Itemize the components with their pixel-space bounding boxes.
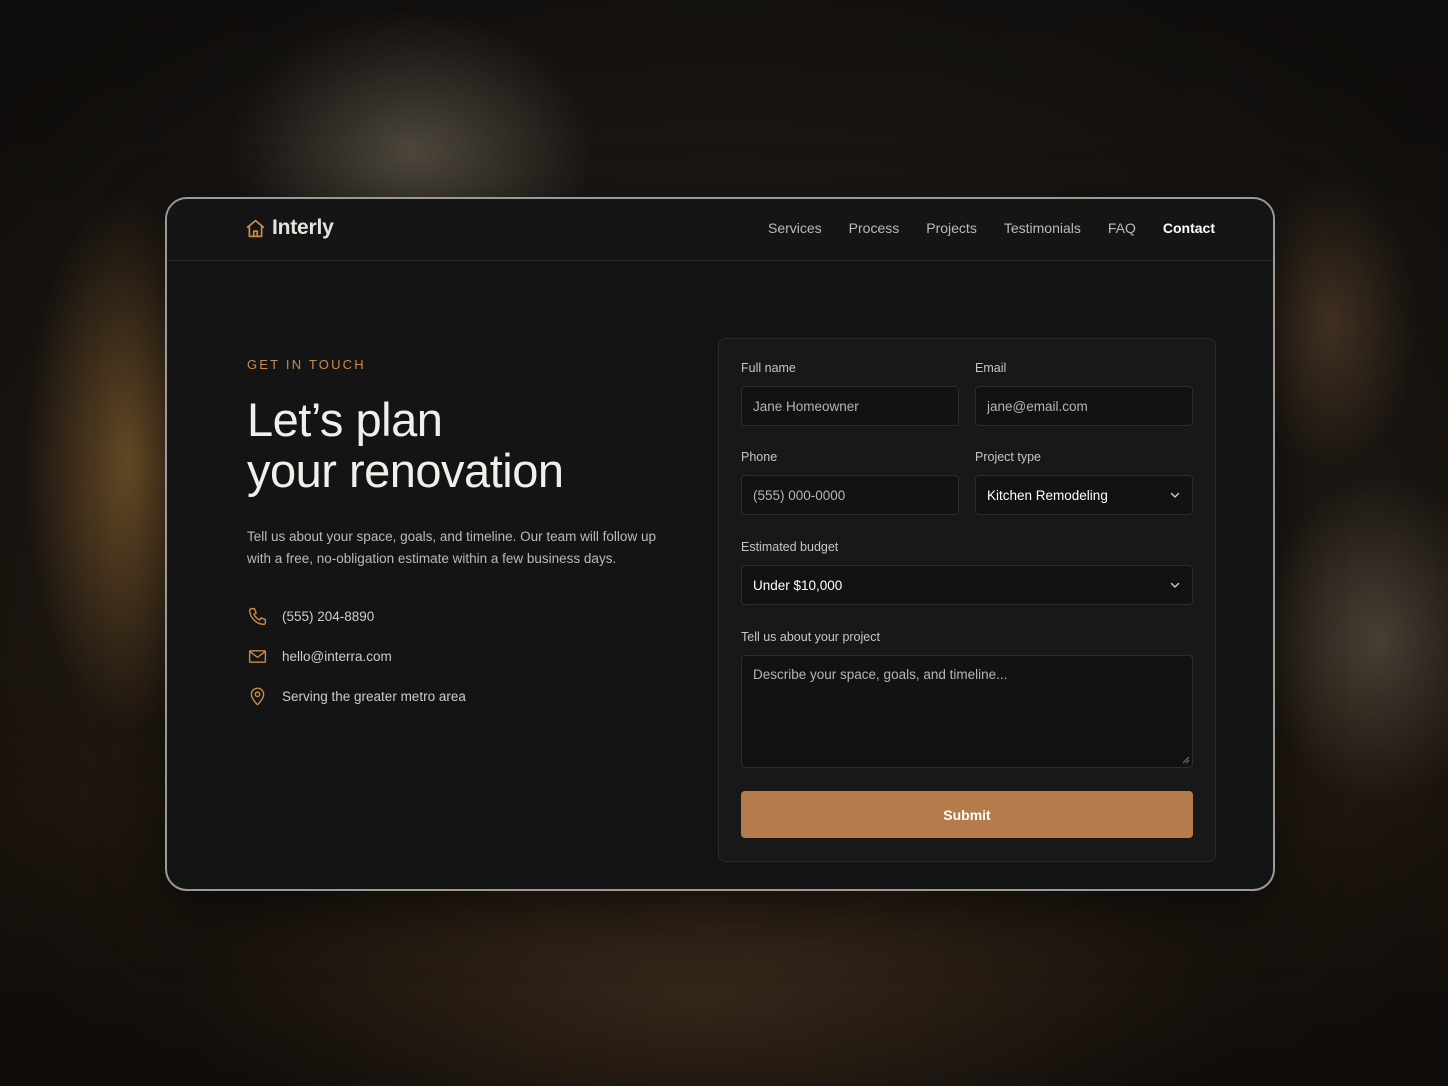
contact-email-text: hello@interra.com <box>282 648 392 664</box>
map-pin-icon <box>250 686 265 706</box>
contact-email[interactable]: hello@interra.com <box>247 636 677 676</box>
nav-link-faq[interactable]: FAQ <box>1108 220 1136 236</box>
budget-label: Estimated budget <box>741 540 839 554</box>
eyebrow-label: GET IN TOUCH <box>247 357 366 372</box>
chevron-down-icon <box>1170 492 1180 498</box>
hero-section: GET IN TOUCH Let’s plan your renovation … <box>247 357 677 716</box>
nav-links: Services Process Projects Testimonials F… <box>768 220 1215 236</box>
contact-location-text: Serving the greater metro area <box>282 688 466 704</box>
mail-icon <box>248 649 267 663</box>
headline-line-2: your renovation <box>247 444 564 497</box>
message-label: Tell us about your project <box>741 630 880 644</box>
brand-logo[interactable]: Interly <box>245 216 334 240</box>
email-label: Email <box>975 361 1007 375</box>
nav-link-services[interactable]: Services <box>768 220 822 236</box>
top-nav: Interly Services Process Projects Testim… <box>167 199 1273 261</box>
project-type-select[interactable]: Kitchen Remodeling <box>975 475 1193 515</box>
nav-link-contact[interactable]: Contact <box>1163 220 1215 236</box>
house-icon <box>245 218 266 239</box>
nav-link-process[interactable]: Process <box>849 220 900 236</box>
message-textarea[interactable] <box>741 655 1193 768</box>
email-input[interactable] <box>975 386 1193 426</box>
phone-label: Phone <box>741 450 778 464</box>
project-type-label: Project type <box>975 450 1042 464</box>
contact-phone[interactable]: (555) 204-8890 <box>247 596 677 636</box>
budget-select[interactable]: Under $10,000 <box>741 565 1193 605</box>
project-type-value: Kitchen Remodeling <box>987 487 1108 503</box>
budget-value: Under $10,000 <box>753 577 843 593</box>
contact-location: Serving the greater metro area <box>247 676 677 716</box>
chevron-down-icon <box>1170 582 1180 588</box>
submit-button[interactable]: Submit <box>741 791 1193 838</box>
nav-link-testimonials[interactable]: Testimonials <box>1004 220 1081 236</box>
contact-form: Full name Email Phone Project type Kitch… <box>718 338 1216 862</box>
resize-handle-icon[interactable] <box>1181 755 1190 764</box>
contact-list: (555) 204-8890 hello@interra.com Serving… <box>247 596 677 716</box>
phone-icon <box>248 607 267 625</box>
page-title: Let’s plan your renovation <box>247 394 677 496</box>
headline-line-1: Let’s plan <box>247 393 443 446</box>
nav-link-projects[interactable]: Projects <box>926 220 977 236</box>
phone-input[interactable] <box>741 475 959 515</box>
browser-window: Interly Services Process Projects Testim… <box>165 197 1275 891</box>
full-name-input[interactable] <box>741 386 959 426</box>
contact-phone-text: (555) 204-8890 <box>282 608 375 624</box>
intro-text: Tell us about your space, goals, and tim… <box>247 529 656 566</box>
brand-name: Interly <box>272 216 334 239</box>
full-name-label: Full name <box>741 361 796 375</box>
